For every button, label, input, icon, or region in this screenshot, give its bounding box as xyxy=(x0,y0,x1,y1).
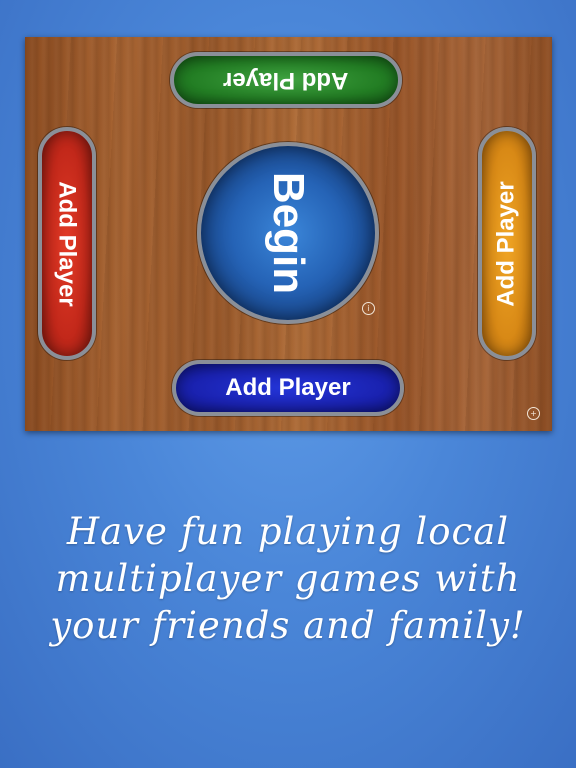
add-player-bottom-label: Add Player xyxy=(225,374,351,401)
info-icon[interactable]: i xyxy=(362,302,375,315)
add-player-left-label: Add Player xyxy=(54,180,82,307)
add-player-right-label: Add Player xyxy=(493,180,521,307)
add-player-left-button[interactable]: Add Player xyxy=(38,127,96,360)
begin-button[interactable]: Begin xyxy=(197,142,379,324)
begin-label: Begin xyxy=(263,171,313,295)
tagline-line-3: your friends and family! xyxy=(50,604,526,647)
tagline-line-1: Have fun playing local xyxy=(66,510,510,553)
add-player-top-button[interactable]: Add Player xyxy=(170,52,402,108)
add-icon[interactable]: + xyxy=(527,407,540,420)
tagline-line-2: multiplayer games with xyxy=(55,557,521,600)
add-player-right-button[interactable]: Add Player xyxy=(478,127,536,360)
add-player-bottom-button[interactable]: Add Player xyxy=(172,360,404,416)
add-player-top-label: Add Player xyxy=(223,67,349,94)
tagline: Have fun playing local multiplayer games… xyxy=(0,508,576,649)
